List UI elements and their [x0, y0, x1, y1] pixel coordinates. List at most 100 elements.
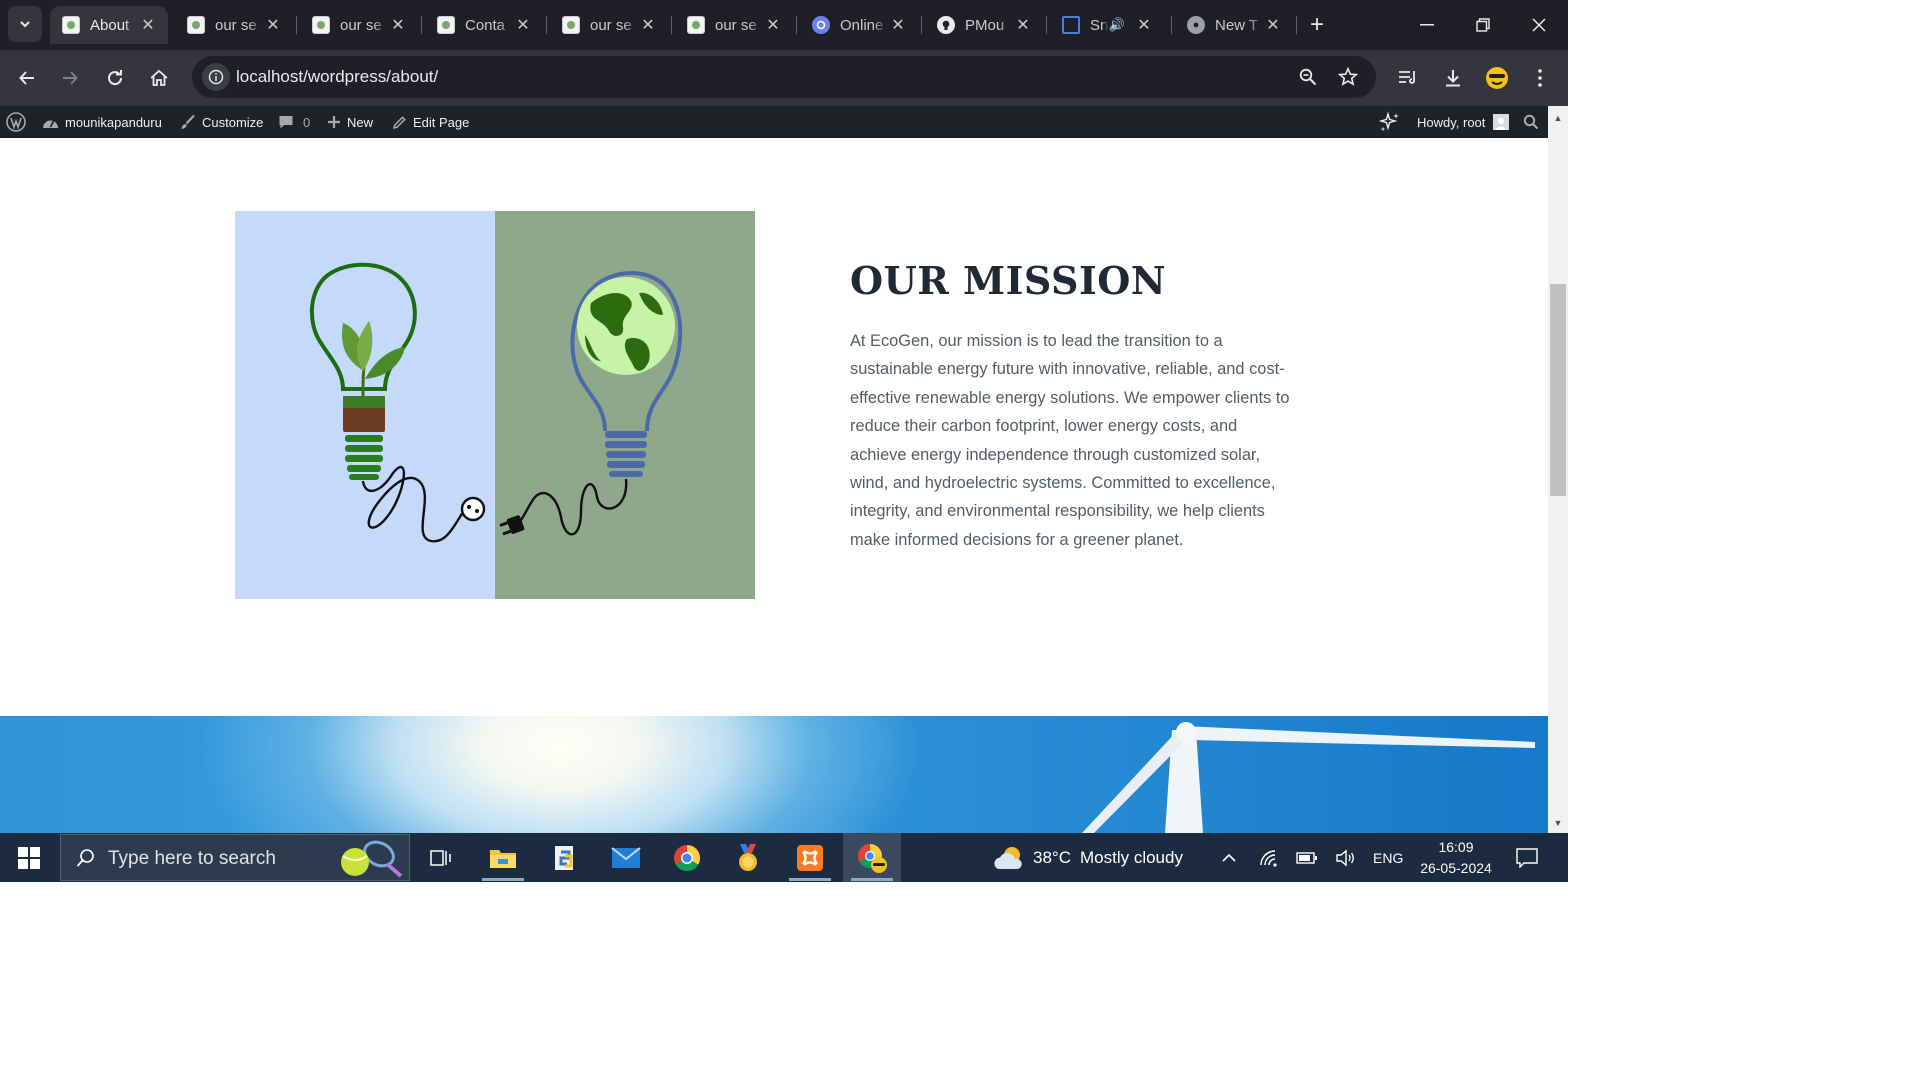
tab-snip[interactable]: Sn 🔊 ✕	[1050, 6, 1168, 44]
wp-customize[interactable]: Customize	[180, 106, 263, 138]
page-scrollbar[interactable]: ▲ ▼	[1548, 106, 1568, 833]
back-button[interactable]	[9, 60, 45, 96]
mail-icon	[611, 846, 641, 868]
tab-close-icon[interactable]: ✕	[638, 15, 658, 35]
restore-button[interactable]	[1460, 8, 1506, 42]
medal-app[interactable]	[719, 833, 777, 882]
site-info-button[interactable]	[202, 63, 230, 91]
start-button[interactable]	[0, 833, 58, 882]
tab-close-icon[interactable]: ✕	[263, 15, 283, 35]
site-name-label: mounikapanduru	[65, 114, 162, 130]
battery-icon	[1296, 851, 1317, 864]
windows-logo-icon	[18, 846, 40, 869]
tab-separator	[1171, 16, 1172, 34]
volume-button[interactable]	[1332, 833, 1358, 882]
tab-close-icon[interactable]: ✕	[888, 15, 908, 35]
scroll-down-arrow-icon[interactable]: ▼	[1548, 815, 1568, 831]
task-view-button[interactable]	[412, 833, 470, 882]
forward-button[interactable]	[52, 60, 88, 96]
close-icon	[1532, 18, 1546, 32]
tab-our-services-1[interactable]: our se ✕	[175, 6, 293, 44]
url-text[interactable]: localhost/wordpress/about/	[236, 67, 438, 87]
tab-close-icon[interactable]: ✕	[138, 15, 158, 35]
wp-logo-button[interactable]	[6, 106, 26, 138]
new-label: New	[347, 114, 374, 130]
wp-new-content[interactable]: New	[327, 106, 373, 138]
battery-button[interactable]	[1294, 833, 1320, 882]
tab-our-services-3[interactable]: our se ✕	[550, 6, 668, 44]
weather-temp: 38°C	[1033, 847, 1071, 867]
network-button[interactable]	[1256, 833, 1282, 882]
wp-edit-page[interactable]: Edit Page	[392, 106, 469, 138]
file-explorer-app[interactable]	[474, 833, 532, 882]
weather-widget[interactable]: 38°C Mostly cloudy	[992, 833, 1183, 882]
wind-turbine-graphic	[1082, 722, 1535, 833]
browser-menu-button[interactable]	[1522, 60, 1558, 96]
tennis-ball-icon	[341, 840, 403, 878]
chrome-profile-app[interactable]	[843, 833, 901, 882]
tab-our-services-2[interactable]: our se ✕	[300, 6, 418, 44]
xampp-app[interactable]	[781, 833, 839, 882]
tab-close-icon[interactable]: ✕	[1263, 15, 1283, 35]
star-icon	[1338, 67, 1358, 86]
paintbrush-icon	[180, 114, 196, 130]
tab-close-icon[interactable]: ✕	[763, 15, 783, 35]
language-indicator[interactable]: ENG	[1373, 833, 1403, 882]
reload-button[interactable]	[97, 60, 133, 96]
home-button[interactable]	[141, 60, 177, 96]
mail-app[interactable]	[597, 833, 655, 882]
minimize-button[interactable]	[1404, 8, 1450, 42]
ai-assistant-button[interactable]	[1379, 106, 1401, 138]
pencil-icon	[392, 115, 407, 130]
wp-site-name[interactable]: mounikapanduru	[42, 106, 162, 138]
scroll-up-arrow-icon[interactable]: ▲	[1548, 110, 1568, 126]
scrollbar-thumb[interactable]	[1550, 284, 1566, 496]
github-icon	[937, 16, 955, 34]
tab-about[interactable]: About ✕	[50, 6, 168, 44]
tab-title: Sn	[1090, 16, 1108, 34]
wp-comments[interactable]: 0	[278, 106, 310, 138]
zoom-button[interactable]	[1290, 59, 1326, 95]
notifications-button[interactable]	[1512, 833, 1542, 882]
avatar-icon	[1486, 67, 1508, 89]
show-hidden-icons-button[interactable]	[1216, 833, 1242, 882]
python-file-icon	[555, 845, 573, 870]
dashboard-icon	[42, 115, 59, 129]
tab-close-icon[interactable]: ✕	[1013, 15, 1033, 35]
mission-heading: OUR MISSION	[850, 258, 1167, 303]
tab-online[interactable]: Online ✕	[800, 6, 918, 44]
ecogen-favicon-icon	[687, 16, 705, 34]
close-window-button[interactable]	[1516, 8, 1562, 42]
wp-search-button[interactable]	[1523, 106, 1539, 138]
tab-search-button[interactable]	[8, 6, 42, 42]
tab-contact[interactable]: Conta ✕	[425, 6, 543, 44]
tab-title: Online	[840, 16, 884, 34]
downloads-button[interactable]	[1435, 60, 1471, 96]
tab-github[interactable]: PMou ✕	[925, 6, 1043, 44]
tab-close-icon[interactable]: ✕	[1134, 15, 1154, 35]
chrome-icon	[1187, 16, 1205, 34]
bookmark-button[interactable]	[1330, 59, 1366, 95]
tab-new-tab[interactable]: New T ✕	[1175, 6, 1293, 44]
reading-list-button[interactable]	[1390, 60, 1426, 96]
python-app[interactable]	[536, 833, 594, 882]
speaker-icon[interactable]: 🔊	[1108, 17, 1126, 33]
tab-separator	[546, 16, 547, 34]
taskbar-search-box[interactable]: Type here to search	[60, 834, 410, 881]
clock-time: 16:09	[1438, 838, 1474, 855]
wp-account-menu[interactable]: Howdy, root	[1417, 106, 1510, 138]
new-tab-button[interactable]: +	[1296, 8, 1338, 42]
chrome-app[interactable]	[658, 833, 716, 882]
clock[interactable]: 16:09 26-05-2024	[1414, 833, 1498, 882]
address-bar[interactable]: localhost/wordpress/about/	[192, 56, 1376, 98]
tab-our-services-4[interactable]: our se ✕	[675, 6, 793, 44]
profile-button[interactable]	[1479, 60, 1515, 96]
customize-label: Customize	[202, 114, 264, 130]
xampp-icon	[797, 844, 823, 871]
tab-close-icon[interactable]: ✕	[513, 15, 533, 35]
tab-separator	[296, 16, 297, 34]
tab-title: our se	[715, 16, 757, 34]
more-vertical-icon	[1538, 69, 1542, 87]
tab-separator	[1046, 16, 1047, 34]
tab-close-icon[interactable]: ✕	[388, 15, 408, 35]
